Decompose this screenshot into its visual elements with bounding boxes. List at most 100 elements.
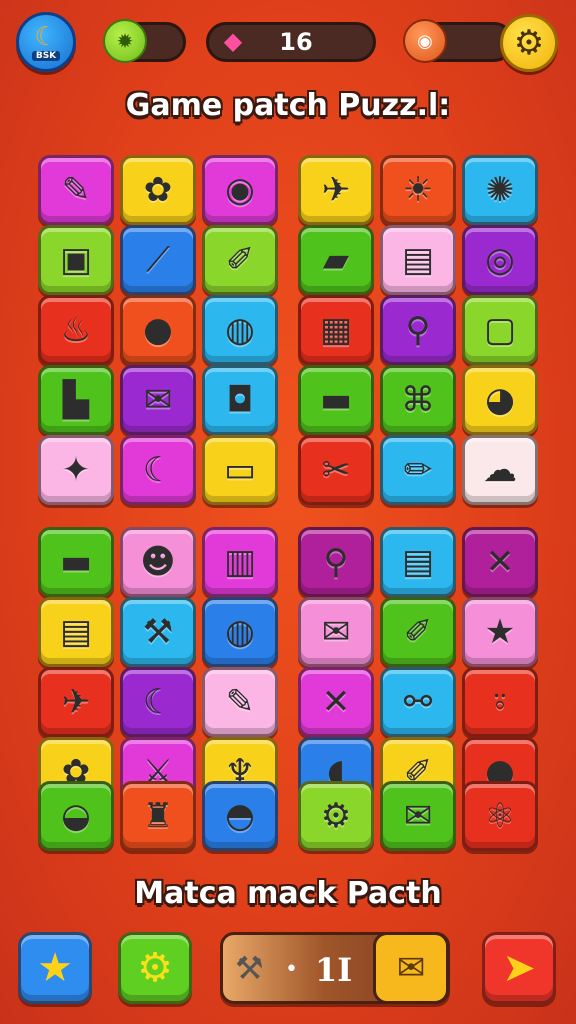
puzzle-tile[interactable]: ◕ <box>462 365 538 435</box>
puzzle-tile[interactable]: ✺ <box>462 155 538 225</box>
gear-flower-icon: ✺ <box>485 170 515 210</box>
puzzle-tile[interactable]: ▬ <box>38 527 114 597</box>
puzzle-tile[interactable]: ⚲ <box>298 527 374 597</box>
crayon-icon: ✎ <box>61 170 91 210</box>
puzzle-tile[interactable]: ♨ <box>38 295 114 365</box>
puzzle-tile[interactable]: ▤ <box>38 597 114 667</box>
rocket-icon: ✈ <box>321 170 351 210</box>
puzzle-tile[interactable]: ▤ <box>380 527 456 597</box>
player-avatar-button[interactable]: ☾ BSK <box>16 12 76 72</box>
puzzle-tile[interactable]: ● <box>120 295 196 365</box>
puzzle-tile[interactable]: ☾ <box>120 435 196 505</box>
chisel-icon: ✐ <box>403 612 433 652</box>
puzzle-tile[interactable]: ✉ <box>120 365 196 435</box>
molecule-icon: ⚛ <box>484 796 516 836</box>
puzzle-tile[interactable]: ◍ <box>202 295 278 365</box>
puzzle-tile[interactable]: ✐ <box>202 225 278 295</box>
shovel-icon: ⚒ <box>142 612 174 652</box>
puzzle-tile[interactable]: ✉ <box>298 597 374 667</box>
peach-icon: ◓ <box>225 796 255 836</box>
puzzle-tile[interactable]: ☻ <box>120 527 196 597</box>
puzzle-tile[interactable]: ▤ <box>380 225 456 295</box>
puzzle-tile[interactable]: ◓ <box>202 781 278 851</box>
play-button[interactable]: ➤ <box>482 932 556 1004</box>
puzzle-tile[interactable]: ✎ <box>202 667 278 737</box>
puzzle-tile[interactable]: ▢ <box>462 295 538 365</box>
tools-icon: ✂ <box>321 450 351 490</box>
puzzle-tile[interactable]: ▦ <box>298 295 374 365</box>
puzzle-tile[interactable]: ▰ <box>298 225 374 295</box>
puzzle-tile[interactable]: ✈ <box>298 155 374 225</box>
puzzle-tile[interactable]: ✂ <box>298 435 374 505</box>
puzzle-tile[interactable]: ✕ <box>298 667 374 737</box>
usb-icon: ▬ <box>319 380 353 420</box>
puzzle-tile[interactable]: ▬ <box>298 365 374 435</box>
puzzle-tile[interactable]: ▭ <box>202 435 278 505</box>
puzzle-tile[interactable]: ⚛ <box>462 781 538 851</box>
gear-icon: ⚙ <box>320 796 352 836</box>
gear-icon: ⚙ <box>137 945 173 991</box>
puzzle-tile[interactable]: ⌘ <box>380 365 456 435</box>
puzzle-tile[interactable]: ▥ <box>202 527 278 597</box>
sun-icon: ☀ <box>402 170 434 210</box>
puzzle-tile[interactable]: ✿ <box>120 155 196 225</box>
crossed-tools-icon: ✕ <box>321 682 351 722</box>
puzzle-tile[interactable]: ◉ <box>202 155 278 225</box>
booster-bar[interactable]: ⚒ • 1I ✉ <box>220 932 450 1004</box>
crayon-icon: ✎ <box>225 682 255 722</box>
radio-icon: ▥ <box>223 542 257 582</box>
puzzle-tile[interactable]: ☁ <box>462 435 538 505</box>
gear-button[interactable]: ⚙ <box>118 932 192 1004</box>
separator-dot: • <box>285 957 298 982</box>
hook-icon: ☾ <box>142 450 174 490</box>
star-icon: ★ <box>37 945 73 991</box>
bat-icon: ⟋ <box>146 240 170 280</box>
puzzle-tile[interactable]: ♜ <box>120 781 196 851</box>
puzzle-tile[interactable]: ☀ <box>380 155 456 225</box>
puzzle-tile[interactable]: ◘ <box>202 365 278 435</box>
puzzle-tile[interactable]: ⟋ <box>120 225 196 295</box>
puzzle-tile[interactable]: ◍ <box>202 597 278 667</box>
settings-button[interactable]: ⚙ <box>500 14 558 72</box>
cloth-icon: ▰ <box>322 240 350 280</box>
puzzle-tile[interactable]: ✕ <box>462 527 538 597</box>
message-button[interactable]: ✉ <box>373 932 449 1004</box>
puzzle-tile[interactable]: ★ <box>462 597 538 667</box>
cannon-icon: ✿ <box>143 170 173 210</box>
starfish-icon: ✦ <box>61 450 91 490</box>
magnifier-icon: ⚲ <box>323 542 349 582</box>
top-hud: ☾ BSK ✹ ◆ 16 ◉ ⚙ <box>0 0 576 90</box>
puzzle-tile[interactable]: ✐ <box>380 597 456 667</box>
puzzle-tile[interactable]: ✦ <box>38 435 114 505</box>
puzzle-tile[interactable]: ⍤ <box>462 667 538 737</box>
star-icon: ★ <box>484 612 516 652</box>
puzzle-tile[interactable]: ✈ <box>38 667 114 737</box>
star-button[interactable]: ★ <box>18 932 92 1004</box>
ring-icon: ◎ <box>485 240 515 280</box>
mail-icon: ✉ <box>403 796 433 836</box>
puzzle-tile[interactable]: ◎ <box>462 225 538 295</box>
puzzle-tile[interactable]: ✉ <box>380 781 456 851</box>
puzzle-tile[interactable]: ▣ <box>38 225 114 295</box>
puzzle-tile[interactable]: ⚒ <box>120 597 196 667</box>
puzzle-tile[interactable]: ⚲ <box>380 295 456 365</box>
gear-icon: ⚙ <box>513 23 545 63</box>
joystick-icon: ⍤ <box>489 682 511 722</box>
avatar-label: BSK <box>31 50 61 61</box>
puzzle-tile[interactable]: ✎ <box>38 155 114 225</box>
puzzle-tile[interactable]: ⚙ <box>298 781 374 851</box>
puzzle-tile[interactable]: ▙ <box>38 365 114 435</box>
horn-icon: ☾ <box>142 682 174 722</box>
puzzle-tile[interactable]: ⚯ <box>380 667 456 737</box>
green-gem-icon: ✹ <box>103 19 147 63</box>
puzzle-tile[interactable]: ☾ <box>120 667 196 737</box>
marker-icon: ✐ <box>225 240 255 280</box>
pink-gem-icon: ◆ <box>223 27 243 55</box>
hammer-icon: ⚒ <box>235 949 264 987</box>
gems-counter[interactable]: ✹ <box>103 19 186 63</box>
puzzle-tile[interactable]: ◒ <box>38 781 114 851</box>
coins-counter[interactable]: ◉ <box>403 19 514 63</box>
ticket-icon: ▭ <box>223 450 257 490</box>
puzzle-tile[interactable]: ✏ <box>380 435 456 505</box>
crossed-swords-icon: ✕ <box>485 542 515 582</box>
